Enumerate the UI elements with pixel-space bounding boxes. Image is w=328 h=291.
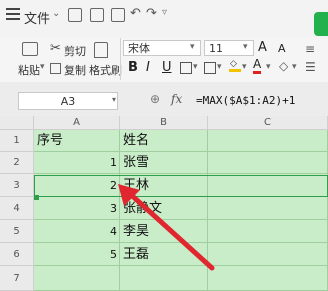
merge-icon[interactable] (204, 62, 216, 74)
start-tab-highlight[interactable] (314, 12, 328, 36)
bold-button[interactable]: B (128, 60, 138, 75)
cell-b[interactable]: 张雪 (120, 152, 208, 174)
cell-a[interactable]: 5 (34, 243, 120, 266)
column-header-a[interactable]: A (34, 116, 120, 130)
fill-color-icon[interactable]: ◇ (229, 59, 241, 72)
row-header[interactable]: 6 (0, 243, 34, 266)
quick-access-bar: 文件 ⌄ ↶ ↷ ▿ (0, 0, 328, 38)
file-menu[interactable]: 文件 (24, 8, 50, 27)
font-color-icon[interactable]: A (253, 58, 262, 74)
cell-c[interactable] (208, 130, 328, 152)
paste-icon[interactable] (22, 42, 38, 56)
cell-c[interactable] (208, 152, 328, 174)
copy-icon[interactable] (50, 63, 61, 74)
font-color-dropdown-icon[interactable]: ▾ (266, 62, 271, 72)
hamburger-menu-icon[interactable] (6, 8, 20, 20)
decrease-font-button[interactable]: A (278, 42, 286, 55)
copy-button[interactable]: 复制 (64, 62, 86, 78)
clear-dropdown-icon[interactable]: ▾ (292, 62, 297, 72)
merge-dropdown-icon[interactable]: ▾ (217, 62, 222, 72)
cell-a[interactable]: 序号 (34, 130, 120, 152)
name-box-dropdown-icon[interactable]: ▾ (112, 95, 116, 104)
function-fx-icon[interactable]: fx (171, 92, 182, 106)
font-name-dropdown-icon[interactable]: ▾ (190, 42, 195, 52)
paste-button[interactable]: 粘贴 (18, 62, 40, 78)
row-header[interactable]: 3 (0, 174, 34, 197)
file-dropdown-icon[interactable]: ⌄ (52, 8, 60, 19)
format-painter-icon[interactable] (94, 42, 108, 58)
print-preview-icon[interactable] (111, 8, 125, 22)
cell-b[interactable]: 姓名 (120, 130, 208, 152)
arrow-shaft (125, 189, 215, 271)
cell-a[interactable]: 1 (34, 152, 120, 174)
paste-dropdown-icon[interactable]: ▾ (40, 62, 45, 72)
zoom-search-icon[interactable]: ⊕ (150, 92, 160, 106)
customize-icon[interactable]: ▿ (162, 7, 167, 18)
border-dropdown-icon[interactable]: ▾ (193, 62, 198, 72)
cell-a[interactable]: 2 (34, 174, 120, 197)
font-size-dropdown-icon[interactable]: ▾ (243, 42, 248, 52)
save-icon[interactable] (68, 8, 82, 22)
row-header[interactable]: 5 (0, 220, 34, 243)
cell-a[interactable]: 4 (34, 220, 120, 243)
cut-button[interactable]: 剪切 (64, 43, 86, 59)
undo-icon[interactable]: ↶ (130, 6, 141, 21)
border-icon[interactable] (180, 62, 192, 74)
align-icon[interactable]: ≡ (305, 42, 315, 56)
column-header-b[interactable]: B (120, 116, 208, 130)
indent-icon[interactable]: ☰ (305, 60, 316, 74)
fill-handle[interactable] (34, 195, 39, 200)
underline-button[interactable]: U (162, 60, 172, 75)
print-icon[interactable] (90, 8, 104, 22)
row-header[interactable]: 4 (0, 197, 34, 220)
row-header[interactable]: 7 (0, 266, 34, 291)
name-box[interactable]: A3 (18, 92, 118, 110)
row-header[interactable]: 1 (0, 130, 34, 152)
redo-icon[interactable]: ↷ (146, 6, 157, 21)
select-all-corner[interactable] (0, 116, 34, 130)
row-header[interactable]: 2 (0, 152, 34, 174)
clear-format-icon[interactable]: ◇ (279, 59, 288, 73)
red-arrow-annotation (118, 184, 215, 271)
fill-color-dropdown-icon[interactable]: ▾ (242, 62, 247, 72)
formula-input[interactable]: =MAX($A$1:A2)+1 (196, 94, 295, 107)
format-painter-button[interactable]: 格式刷 (89, 62, 122, 78)
scissors-icon[interactable]: ✂ (50, 41, 61, 56)
ribbon-divider (120, 38, 121, 80)
cell-a[interactable] (34, 266, 120, 291)
column-header-c[interactable]: C (208, 116, 328, 130)
increase-font-button[interactable]: A (258, 40, 267, 55)
italic-button[interactable]: I (146, 60, 150, 75)
cell-a[interactable]: 3 (34, 197, 120, 220)
